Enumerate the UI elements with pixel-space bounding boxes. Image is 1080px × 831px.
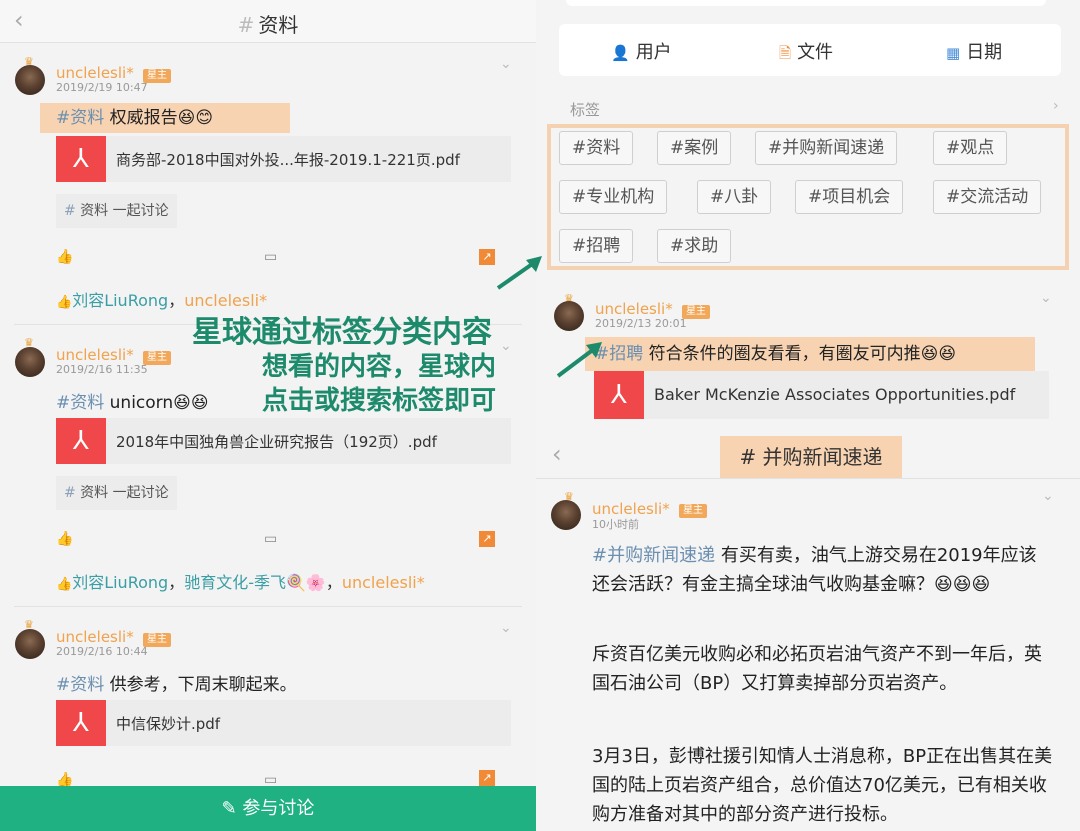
avatar[interactable]: [554, 301, 584, 331]
search-bar-edge: [566, 0, 1046, 6]
divider: [14, 606, 522, 607]
chevron-down-icon[interactable]: ⌄: [1040, 290, 1052, 306]
owner-badge: 星主: [679, 504, 707, 518]
annotation-line-3: 点击或搜索标签即可: [262, 386, 497, 416]
post-text: #招聘 符合条件的圈友看看，有圈友可内推😆😆: [585, 337, 1035, 371]
tab-file[interactable]: 🗎 文件: [779, 38, 833, 68]
pdf-icon: ⅄: [56, 136, 106, 182]
avatar[interactable]: [551, 500, 581, 530]
share-icon[interactable]: ↗: [479, 249, 495, 265]
tag-chip[interactable]: #求助: [657, 229, 732, 263]
share-icon[interactable]: ↗: [479, 531, 495, 547]
liker[interactable]: 刘容LiuRong: [72, 291, 168, 310]
comment-icon[interactable]: ▭: [264, 249, 277, 265]
arrow-icon: [496, 256, 542, 290]
file-attachment[interactable]: ⅄ 商务部-2018中国对外投...年报-2019.1-221页.pdf: [56, 136, 511, 182]
tag-chip[interactable]: #项目机会: [795, 180, 904, 214]
post-text: #资料 供参考，下周末聊起来。: [56, 675, 297, 695]
post-date: 2019/2/19 10:47: [56, 81, 148, 94]
edit-icon: ✎: [221, 798, 237, 819]
like-icon[interactable]: 👍: [56, 531, 73, 547]
user-icon: 👤: [611, 44, 630, 62]
likers-list: 👍刘容LiuRong，驰育文化-季飞🍭🌸，unclelesli*: [56, 573, 425, 592]
file-name: 2018年中国独角兽企业研究报告（192页）.pdf: [116, 433, 437, 451]
file-name: 商务部-2018中国对外投...年报-2019.1-221页.pdf: [116, 151, 460, 169]
file-name: Baker McKenzie Associates Opportunities.…: [654, 385, 1016, 404]
tag-chip[interactable]: #观点: [933, 131, 1008, 165]
annotation-line-2: 想看的内容，星球内: [262, 352, 497, 382]
filter-tabs: 👤 用户 🗎 文件 ▦ 日期: [559, 24, 1061, 76]
section-title: # 并购新闻速递: [720, 436, 902, 478]
liker[interactable]: 刘容LiuRong: [72, 573, 168, 592]
tags-heading: 标签: [570, 101, 601, 119]
annotation-line-1: 星球通过标签分类内容: [192, 315, 492, 350]
top-bar: ‹ # 资料: [0, 0, 536, 43]
post-date: 2019/2/13 20:01: [595, 317, 687, 330]
comment-icon[interactable]: ▭: [264, 531, 277, 547]
pdf-icon: ⅄: [56, 700, 106, 746]
post-date: 2019/2/16 10:44: [56, 645, 148, 658]
post-date: 10小时前: [592, 518, 639, 531]
share-icon[interactable]: ↗: [479, 770, 495, 786]
arrow-icon: [556, 342, 602, 378]
liker[interactable]: unclelesli*: [342, 573, 425, 592]
username[interactable]: unclelesli*: [56, 346, 134, 364]
liker[interactable]: 驰育文化-季飞🍭🌸: [184, 573, 326, 592]
chevron-down-icon[interactable]: ⌄: [500, 620, 512, 636]
like-icon[interactable]: 👍: [56, 249, 73, 265]
tab-user[interactable]: 👤 用户: [611, 38, 672, 64]
file-name: 中信保妙计.pdf: [116, 715, 221, 733]
chevron-right-icon[interactable]: ›: [1053, 98, 1059, 114]
pdf-icon: ⅄: [56, 418, 106, 464]
username[interactable]: unclelesli*: [56, 64, 134, 82]
page-title: # 资料: [237, 13, 299, 37]
calendar-icon: ▦: [946, 44, 961, 62]
post-date: 2019/2/16 11:35: [56, 363, 148, 376]
chevron-down-icon[interactable]: ⌄: [500, 338, 512, 354]
tag-chip[interactable]: #案例: [657, 131, 732, 165]
username[interactable]: unclelesli*: [595, 300, 673, 318]
join-discussion-button[interactable]: ✎ 参与讨论: [0, 786, 536, 831]
discussion-chip[interactable]: # 资料 一起讨论: [56, 194, 177, 228]
file-attachment[interactable]: ⅄ 2018年中国独角兽企业研究报告（192页）.pdf: [56, 418, 511, 464]
avatar[interactable]: [15, 629, 45, 659]
post-paragraph: 斥资百亿美元收购必和必拓页岩油气资产不到一年后，英国石油公司（BP）又打算卖掉部…: [592, 644, 1042, 694]
avatar[interactable]: [15, 65, 45, 95]
tag-chip[interactable]: #并购新闻速递: [755, 131, 898, 165]
chevron-down-icon[interactable]: ⌄: [500, 56, 512, 72]
tag-chip[interactable]: #资料: [559, 131, 634, 165]
file-icon: 🗎: [779, 44, 792, 62]
tag-chip[interactable]: #专业机构: [559, 180, 668, 214]
post-text: #资料 unicorn😆😆: [56, 393, 209, 413]
tag-chip[interactable]: #招聘: [559, 229, 634, 263]
avatar[interactable]: [15, 347, 45, 377]
back-icon[interactable]: ‹: [552, 440, 562, 468]
tab-date[interactable]: ▦ 日期: [946, 38, 1002, 64]
post-paragraph: #并购新闻速递 有买有卖，油气上游交易在2019年应该还会活跃？有金主搞全球油气…: [592, 545, 1037, 595]
file-attachment[interactable]: ⅄ Baker McKenzie Associates Opportunitie…: [594, 371, 1049, 419]
tag-chip[interactable]: #八卦: [697, 180, 772, 214]
file-attachment[interactable]: ⅄ 中信保妙计.pdf: [56, 700, 511, 746]
post-paragraph: 3月3日，彭博社援引知情人士消息称，BP正在出售其在美国的陆上页岩资产组合，总价…: [592, 746, 1053, 825]
discussion-chip[interactable]: # 资料 一起讨论: [56, 476, 177, 510]
chevron-down-icon[interactable]: ⌄: [1042, 488, 1054, 504]
username[interactable]: unclelesli*: [56, 628, 134, 646]
post-text: #资料 权威报告😆😊: [40, 103, 290, 133]
tag-chip[interactable]: #交流活动: [933, 180, 1042, 214]
